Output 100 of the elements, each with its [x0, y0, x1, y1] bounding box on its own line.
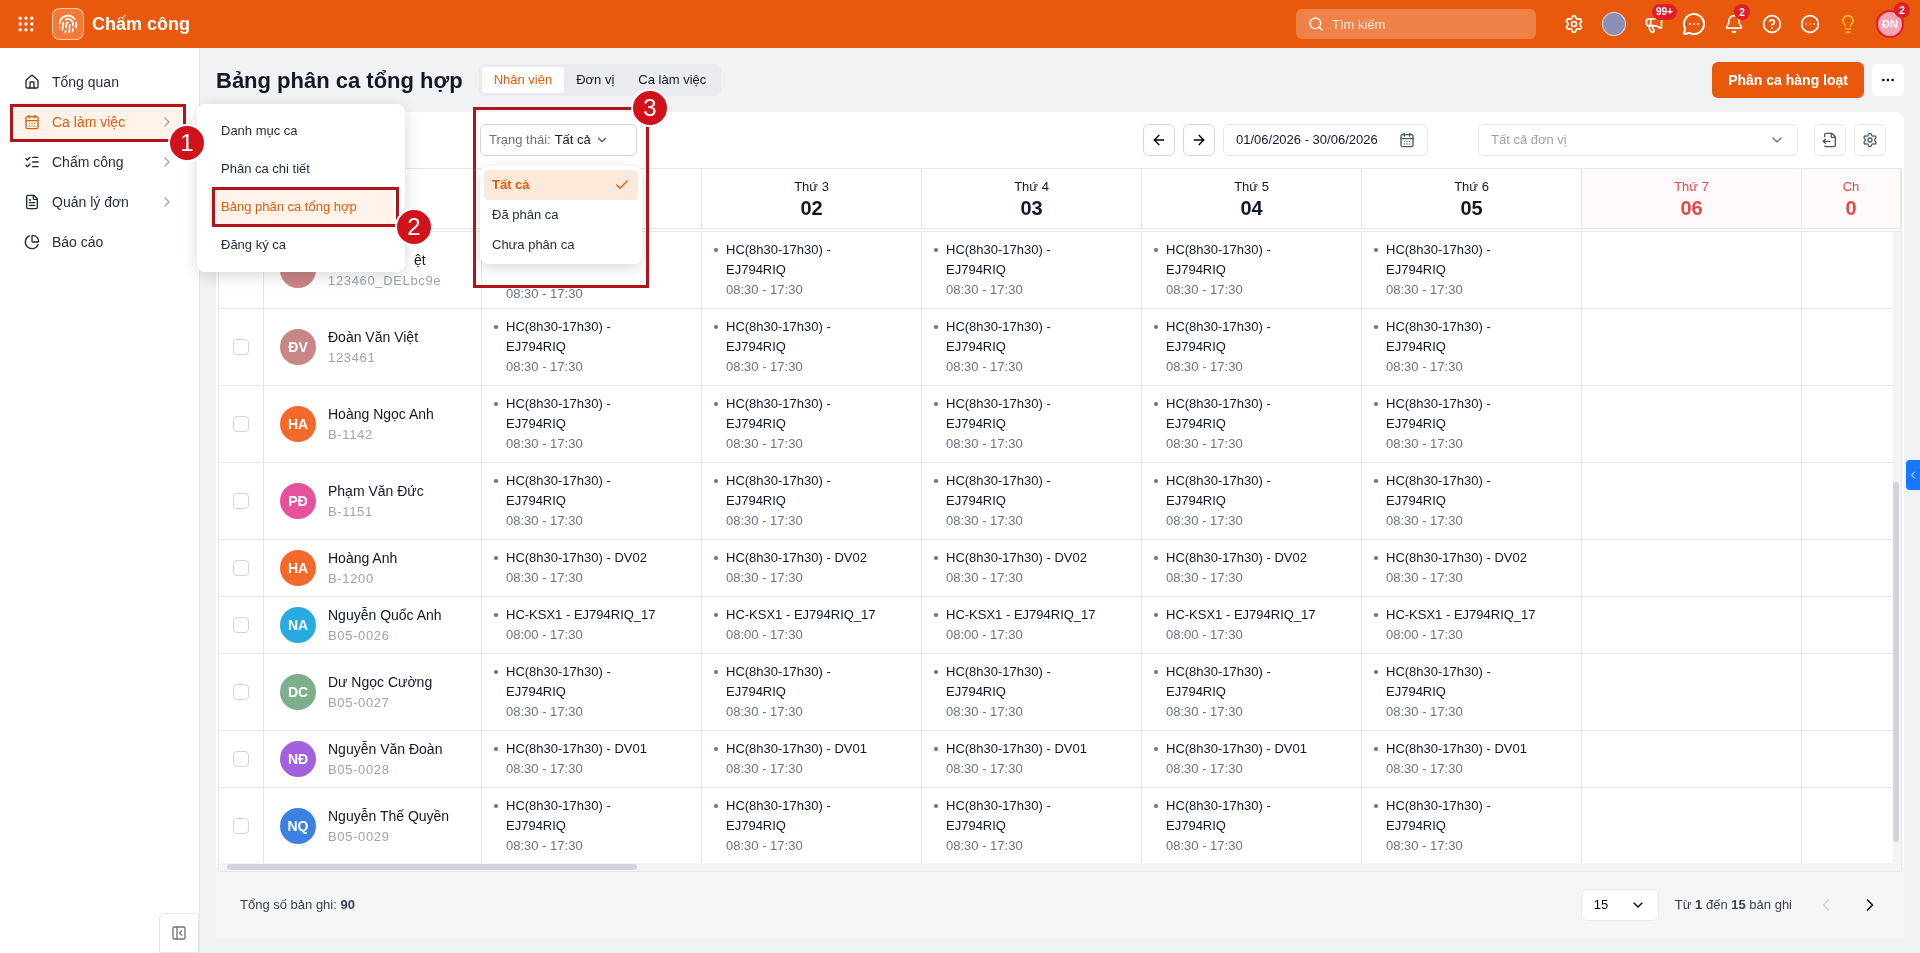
shift-label: HC(8h30-17h30) - EJ794RIQ — [1386, 318, 1492, 356]
shift-time: 08:30 - 17:30 — [505, 285, 584, 303]
shift-time: 08:30 - 17:30 — [725, 435, 804, 453]
shift-time: 08:30 - 17:30 — [505, 569, 584, 587]
employee-code: B05-0027 — [328, 693, 391, 712]
shift-label: HC(8h30-17h30) - EJ794RIQ — [1386, 472, 1492, 510]
weekday-label: Thứ 7 — [1674, 177, 1709, 196]
shift-label: HC-KSX1 - EJ794RIQ_17 — [726, 606, 876, 624]
avatar-initials: HA — [280, 550, 316, 586]
shift-time: 08:30 - 17:30 — [1165, 837, 1244, 855]
shift-label: HC(8h30-17h30) - DV02 — [1386, 549, 1527, 567]
avatar-initials: DC — [280, 674, 316, 710]
app-title: Chấm công — [92, 12, 190, 36]
shift-time: 08:30 - 17:30 — [1165, 281, 1244, 299]
avatar-initials: PĐ — [280, 483, 316, 519]
shift-label: HC(8h30-17h30) - DV01 — [726, 740, 867, 758]
shift-label: HC(8h30-17h30) - DV01 — [1166, 740, 1307, 758]
date-number: 04 — [1240, 196, 1263, 221]
avatar-initials: NA — [280, 607, 316, 643]
date-number: 05 — [1460, 196, 1483, 221]
shift-label: HC(8h30-17h30) - EJ794RIQ — [506, 318, 612, 356]
employee-code: B05-0026 — [328, 626, 391, 645]
shift-label: HC(8h30-17h30) - EJ794RIQ — [506, 395, 612, 433]
shift-label: HC-KSX1 - EJ794RIQ_17 — [1386, 606, 1536, 624]
shift-time: 08:30 - 17:30 — [725, 760, 804, 778]
shift-label: HC(8h30-17h30) - EJ794RIQ — [946, 663, 1052, 701]
avatar-initials: HA — [280, 406, 316, 442]
page-title: Bảng phân ca tổng hợp — [216, 66, 463, 95]
shift-time: 08:30 - 17:30 — [725, 512, 804, 530]
shift-time: 08:30 - 17:30 — [725, 837, 804, 855]
shift-time: 08:30 - 17:30 — [1385, 569, 1464, 587]
shift-label: HC(8h30-17h30) - EJ794RIQ — [1166, 797, 1272, 835]
shift-time: 08:30 - 17:30 — [505, 435, 584, 453]
count-badge: 2 — [1894, 2, 1910, 18]
total-records: Tổng số bản ghi: 90 — [240, 896, 355, 915]
employee-name: Hoàng Anh — [328, 548, 398, 568]
shift-label: HC(8h30-17h30) - EJ794RIQ — [1166, 472, 1272, 510]
shift-time: 08:30 - 17:30 — [1385, 358, 1464, 376]
shift-label: HC(8h30-17h30) - DV01 — [1386, 740, 1527, 758]
employee-name: Nguyễn Quốc Anh — [328, 605, 442, 625]
record-range: Từ 1 đến 15 bản ghi — [1674, 896, 1792, 915]
shift-time: 08:30 - 17:30 — [1385, 837, 1464, 855]
shift-time: 08:30 - 17:30 — [1165, 435, 1244, 453]
date-number: 02 — [800, 196, 823, 221]
employee-name: Dư Ngọc Cường — [328, 672, 433, 692]
employee-name: Nguyễn Thế Quyền — [328, 806, 450, 826]
shift-label: HC-KSX1 - EJ794RIQ_17 — [1166, 606, 1316, 624]
shift-label: HC(8h30-17h30) - DV02 — [726, 549, 867, 567]
shift-label: HC(8h30-17h30) - EJ794RIQ — [1166, 663, 1272, 701]
shift-label: HC(8h30-17h30) - EJ794RIQ — [946, 395, 1052, 433]
shift-time: 08:30 - 17:30 — [1385, 760, 1464, 778]
shift-time: 08:00 - 17:30 — [945, 626, 1024, 644]
shift-label: HC(8h30-17h30) - EJ794RIQ — [1166, 395, 1272, 433]
employee-code: B05-0028 — [328, 760, 391, 779]
shift-label: HC(8h30-17h30) - EJ794RIQ — [946, 797, 1052, 835]
shift-time: 08:30 - 17:30 — [945, 569, 1024, 587]
shift-label: HC(8h30-17h30) - EJ794RIQ — [506, 472, 612, 510]
shift-time: 08:30 - 17:30 — [1165, 358, 1244, 376]
shift-label: HC(8h30-17h30) - EJ794RIQ — [1386, 241, 1492, 279]
avatar-initials: NĐ — [280, 741, 316, 777]
date-number: 06 — [1680, 196, 1703, 221]
weekday-label: Thứ 6 — [1454, 177, 1489, 196]
shift-label: HC(8h30-17h30) - EJ794RIQ — [946, 241, 1052, 279]
shift-time: 08:30 - 17:30 — [1165, 760, 1244, 778]
avatar-initials: ĐV — [280, 329, 316, 365]
shift-time: 08:30 - 17:30 — [945, 435, 1024, 453]
date-number: 03 — [1020, 196, 1043, 221]
employee-name: Nguyễn Văn Đoàn — [328, 739, 443, 759]
shift-label: HC(8h30-17h30) - EJ794RIQ — [1386, 797, 1492, 835]
employee-code: B-1151 — [328, 502, 374, 521]
shift-time: 08:30 - 17:30 — [1165, 512, 1244, 530]
date-number: 0 — [1845, 196, 1857, 221]
shift-time: 08:30 - 17:30 — [725, 703, 804, 721]
shift-time: 08:30 - 17:30 — [945, 837, 1024, 855]
shift-time: 08:30 - 17:30 — [1385, 281, 1464, 299]
weekday-label: Thứ 5 — [1234, 177, 1269, 196]
shift-label: HC-KSX1 - EJ794RIQ_17 — [506, 606, 656, 624]
shift-label: HC(8h30-17h30) - EJ794RIQ — [1386, 663, 1492, 701]
shift-time: 08:30 - 17:30 — [505, 703, 584, 721]
shift-label: HC(8h30-17h30) - EJ794RIQ — [1386, 395, 1492, 433]
employee-name: Đoàn Văn Việt — [328, 327, 419, 347]
count-badge: 2 — [1734, 4, 1750, 20]
shift-time: 08:30 - 17:30 — [1165, 569, 1244, 587]
shift-label: HC(8h30-17h30) - DV02 — [946, 549, 1087, 567]
weekday-label: Thứ 3 — [794, 177, 829, 196]
shift-label: HC(8h30-17h30) - EJ794RIQ — [726, 472, 832, 510]
avatar-initials: NQ — [280, 808, 316, 844]
employee-code: 123461 — [328, 348, 377, 367]
shift-label: HC(8h30-17h30) - EJ794RIQ — [1166, 318, 1272, 356]
shift-time: 08:30 - 17:30 — [1385, 703, 1464, 721]
shift-time: 08:30 - 17:30 — [1385, 512, 1464, 530]
shift-time: 08:00 - 17:30 — [1165, 626, 1244, 644]
shift-time: 08:00 - 17:30 — [505, 626, 584, 644]
shift-time: 08:30 - 17:30 — [945, 281, 1024, 299]
shift-label: HC(8h30-17h30) - EJ794RIQ — [726, 395, 832, 433]
shift-label: HC-KSX1 - EJ794RIQ_17 — [946, 606, 1096, 624]
shift-label: HC(8h30-17h30) - EJ794RIQ — [726, 241, 832, 279]
shift-label: HC(8h30-17h30) - EJ794RIQ — [726, 663, 832, 701]
shift-label: HC(8h30-17h30) - DV01 — [946, 740, 1087, 758]
employee-name: ệt — [414, 250, 427, 270]
